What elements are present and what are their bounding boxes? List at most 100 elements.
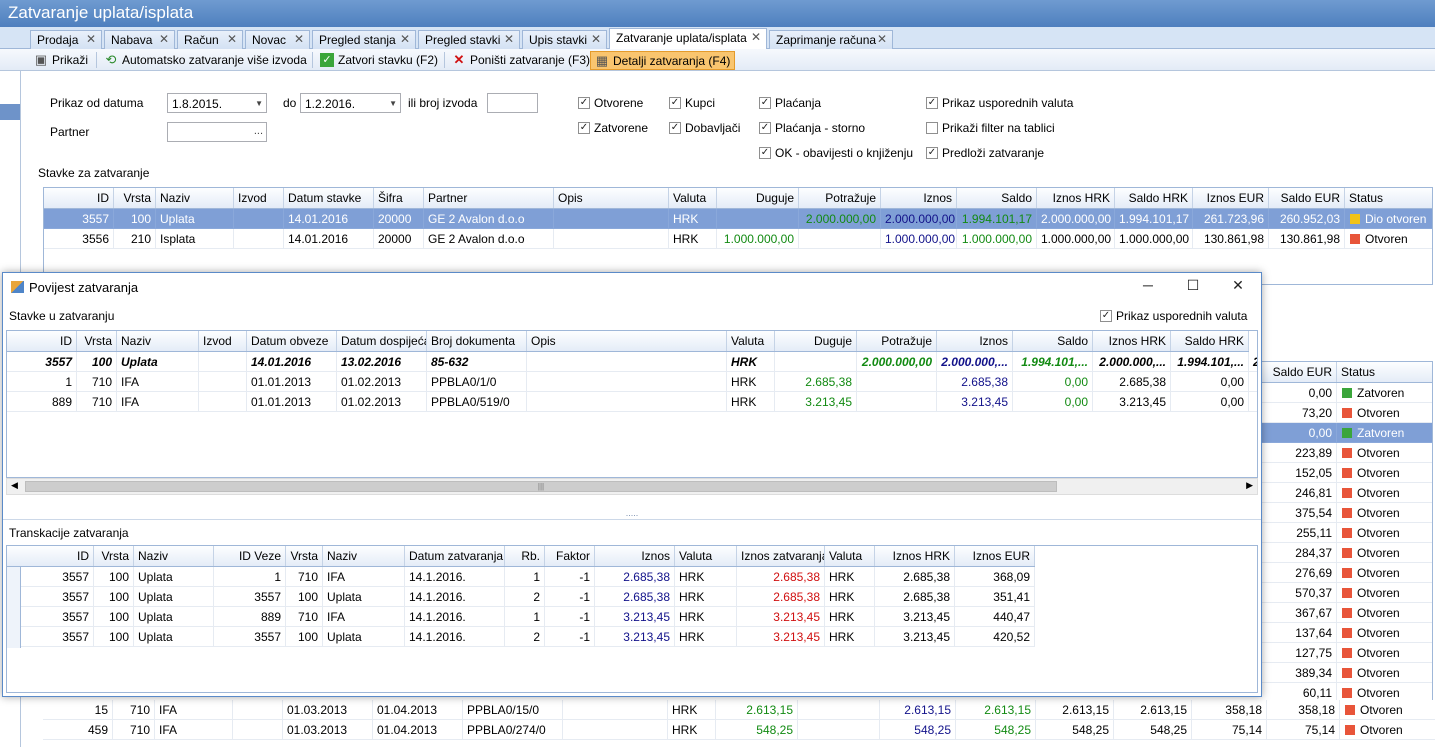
close-icon[interactable]: ✕ xyxy=(86,32,96,46)
column-header[interactable]: Iznos HRK xyxy=(1093,331,1171,351)
placanja-checkbox[interactable]: ✓ Plaćanja xyxy=(759,96,821,110)
column-header[interactable]: Opis xyxy=(554,188,669,208)
details-button[interactable]: ▦ Detalji zatvaranja (F4) xyxy=(590,51,736,70)
column-header[interactable]: Izvod xyxy=(199,331,247,351)
close-icon[interactable]: ✕ xyxy=(227,32,237,46)
column-header[interactable]: ID xyxy=(7,331,77,351)
column-header[interactable]: Rb. xyxy=(505,546,545,566)
date-from-field[interactable]: 1.8.2015. ▼ xyxy=(167,93,267,113)
column-header[interactable]: Vrsta xyxy=(286,546,323,566)
close-icon[interactable]: ✕ xyxy=(294,32,304,46)
prikazi-button[interactable]: ▣ Prikaži xyxy=(30,51,92,70)
close-item-button[interactable]: ✓ Zatvori stavku (F2) xyxy=(316,51,442,70)
prikaz-usporednih-checkbox[interactable]: ✓ Prikaz usporednih valuta xyxy=(926,96,1073,110)
column-header[interactable]: Vrsta xyxy=(114,188,156,208)
table-row[interactable]: 3557 100 Uplata 3557 100 Uplata 14.1.2016. 2 -1 2… xyxy=(7,587,1035,607)
column-header[interactable]: Vrsta xyxy=(77,331,117,351)
column-header[interactable]: Saldo EUR xyxy=(1269,188,1345,208)
scroll-right-icon[interactable]: ▶ xyxy=(1246,480,1253,491)
table-row[interactable]: 367,67 Otvoren xyxy=(1262,603,1432,623)
column-header[interactable]: Iznos EUR xyxy=(955,546,1035,566)
statement-input[interactable] xyxy=(487,93,538,113)
auto-close-button[interactable]: ⟲ Automatsko zatvaranje više izvoda xyxy=(100,51,311,70)
otvorene-checkbox[interactable]: ✓ Otvorene xyxy=(578,96,643,110)
column-header[interactable]: Valuta xyxy=(669,188,717,208)
main-grid[interactable]: ID Vrsta Naziv Izvod Datum stavke Šifra Partne… xyxy=(43,187,1433,285)
column-header[interactable]: ID Veze xyxy=(214,546,286,566)
column-header[interactable]: Potražuje xyxy=(799,188,881,208)
column-header[interactable]: Saldo HRK xyxy=(1115,188,1193,208)
close-icon[interactable]: ✕ xyxy=(1228,277,1248,297)
ok-obavijesti-checkbox[interactable]: ✓ OK - obavijesti o knjiženju xyxy=(759,146,913,160)
column-header[interactable]: Partner xyxy=(424,188,554,208)
table-row[interactable]: 152,05 Otvoren xyxy=(1262,463,1432,483)
table-row[interactable]: 0,00 Zatvoren xyxy=(1262,423,1432,443)
table-row[interactable]: 73,20 Otvoren xyxy=(1262,403,1432,423)
close-icon[interactable]: ✕ xyxy=(159,32,169,46)
column-header[interactable]: Status xyxy=(1345,188,1432,208)
cancel-close-button[interactable]: ✕ Poništi zatvaranje (F3) xyxy=(448,51,594,70)
table-row[interactable]: 255,11 Otvoren xyxy=(1262,523,1432,543)
column-header[interactable]: Potražuje xyxy=(857,331,937,351)
column-header[interactable]: Valuta xyxy=(675,546,737,566)
column-header[interactable]: Iznos EUR xyxy=(1193,188,1269,208)
minimize-icon[interactable]: ─ xyxy=(1138,277,1158,297)
column-header[interactable]: Valuta xyxy=(825,546,875,566)
placanja-storno-checkbox[interactable]: ✓ Plaćanja - storno xyxy=(759,121,865,135)
table-row[interactable]: 223,89 Otvoren xyxy=(1262,443,1432,463)
column-header[interactable]: Datum dospijeća xyxy=(337,331,427,351)
column-header[interactable]: Naziv xyxy=(323,546,405,566)
tab-pregled-stavki[interactable]: Pregled stavki ✕ xyxy=(418,30,520,49)
transactions-grid[interactable]: ID Vrsta Naziv ID Veze Vrsta Naziv Datum zatva… xyxy=(6,545,1258,693)
column-header[interactable]: Iznos xyxy=(937,331,1013,351)
prikazi-filter-checkbox[interactable]: Prikaži filter na tablici xyxy=(926,121,1055,135)
table-row[interactable]: 570,37 Otvoren xyxy=(1262,583,1432,603)
column-header[interactable]: Saldo HRK xyxy=(1171,331,1249,351)
column-header[interactable]: Naziv xyxy=(117,331,199,351)
column-header[interactable]: Iznos xyxy=(881,188,957,208)
table-row[interactable]: 15 710 IFA 01.03.2013 01.04.2013 PPBLA0/15/0 H… xyxy=(43,700,1435,720)
table-row[interactable]: 276,69 Otvoren xyxy=(1262,563,1432,583)
column-header[interactable]: Izvod xyxy=(234,188,284,208)
ellipsis-button[interactable]: ... xyxy=(254,125,263,137)
column-header[interactable]: Duguje xyxy=(775,331,857,351)
chevron-down-icon[interactable]: ▼ xyxy=(255,99,263,108)
date-to-field[interactable]: 1.2.2016. ▼ xyxy=(300,93,401,113)
column-header[interactable]: ID xyxy=(21,546,94,566)
column-header[interactable]: Datum obveze xyxy=(247,331,337,351)
table-row[interactable]: 389,34 Otvoren xyxy=(1262,663,1432,683)
column-header[interactable]: Iznos xyxy=(595,546,675,566)
table-row[interactable]: 127,75 Otvoren xyxy=(1262,643,1432,663)
column-header[interactable]: Iznos zatvaranja xyxy=(737,546,825,566)
column-header[interactable]: Naziv xyxy=(156,188,234,208)
table-row[interactable]: 137,64 Otvoren xyxy=(1262,623,1432,643)
column-header[interactable]: ID xyxy=(44,188,114,208)
column-header[interactable]: Saldo xyxy=(957,188,1037,208)
close-icon[interactable]: ✕ xyxy=(400,32,410,46)
tab-ra-un[interactable]: Račun ✕ xyxy=(177,30,243,49)
column-header[interactable]: Šifra xyxy=(374,188,424,208)
partner-field[interactable]: ... xyxy=(167,122,267,142)
zatvorene-checkbox[interactable]: ✓ Zatvorene xyxy=(578,121,648,135)
predlozi-checkbox[interactable]: ✓ Predloži zatvaranje xyxy=(926,146,1044,160)
tab-prodaja[interactable]: Prodaja ✕ xyxy=(30,30,102,49)
table-row[interactable]: 1 710 IFA 01.01.2013 01.02.2013 PPBLA0/1/0 HRK… xyxy=(7,372,1257,392)
tab-novac[interactable]: Novac ✕ xyxy=(245,30,310,49)
tab-pregled-stanja[interactable]: Pregled stanja ✕ xyxy=(312,30,416,49)
kupci-checkbox[interactable]: ✓ Kupci xyxy=(669,96,715,110)
close-icon[interactable]: ✕ xyxy=(877,32,887,46)
tab-zatvaranje-uplata-isplata[interactable]: Zatvaranje uplata/isplata ✕ xyxy=(609,28,767,49)
table-row[interactable]: 3557 100 Uplata 1 710 IFA 14.1.2016. 1 -1 2.685,3… xyxy=(7,567,1035,587)
column-header[interactable]: Saldo EUR xyxy=(1262,362,1337,382)
table-row[interactable]: 3557 100 Uplata 14.01.2016 13.02.2016 85-632 H… xyxy=(7,352,1257,372)
tab-zaprimanje-ra-una[interactable]: Zaprimanje računa ✕ xyxy=(769,30,893,49)
column-header[interactable]: Duguje xyxy=(717,188,799,208)
scroll-thumb[interactable]: ||| xyxy=(25,481,1057,492)
column-header[interactable]: Iznos HRK xyxy=(875,546,955,566)
column-header[interactable]: Vrsta xyxy=(94,546,134,566)
background-grid-right[interactable]: Saldo EUR Status 0,00 Zatvoren 73,20 Otvoren 0… xyxy=(1262,361,1433,747)
column-header[interactable]: Naziv xyxy=(134,546,214,566)
column-header[interactable]: Status xyxy=(1337,362,1432,382)
column-header[interactable]: Faktor xyxy=(545,546,595,566)
tab-upis-stavki[interactable]: Upis stavki ✕ xyxy=(522,30,607,49)
